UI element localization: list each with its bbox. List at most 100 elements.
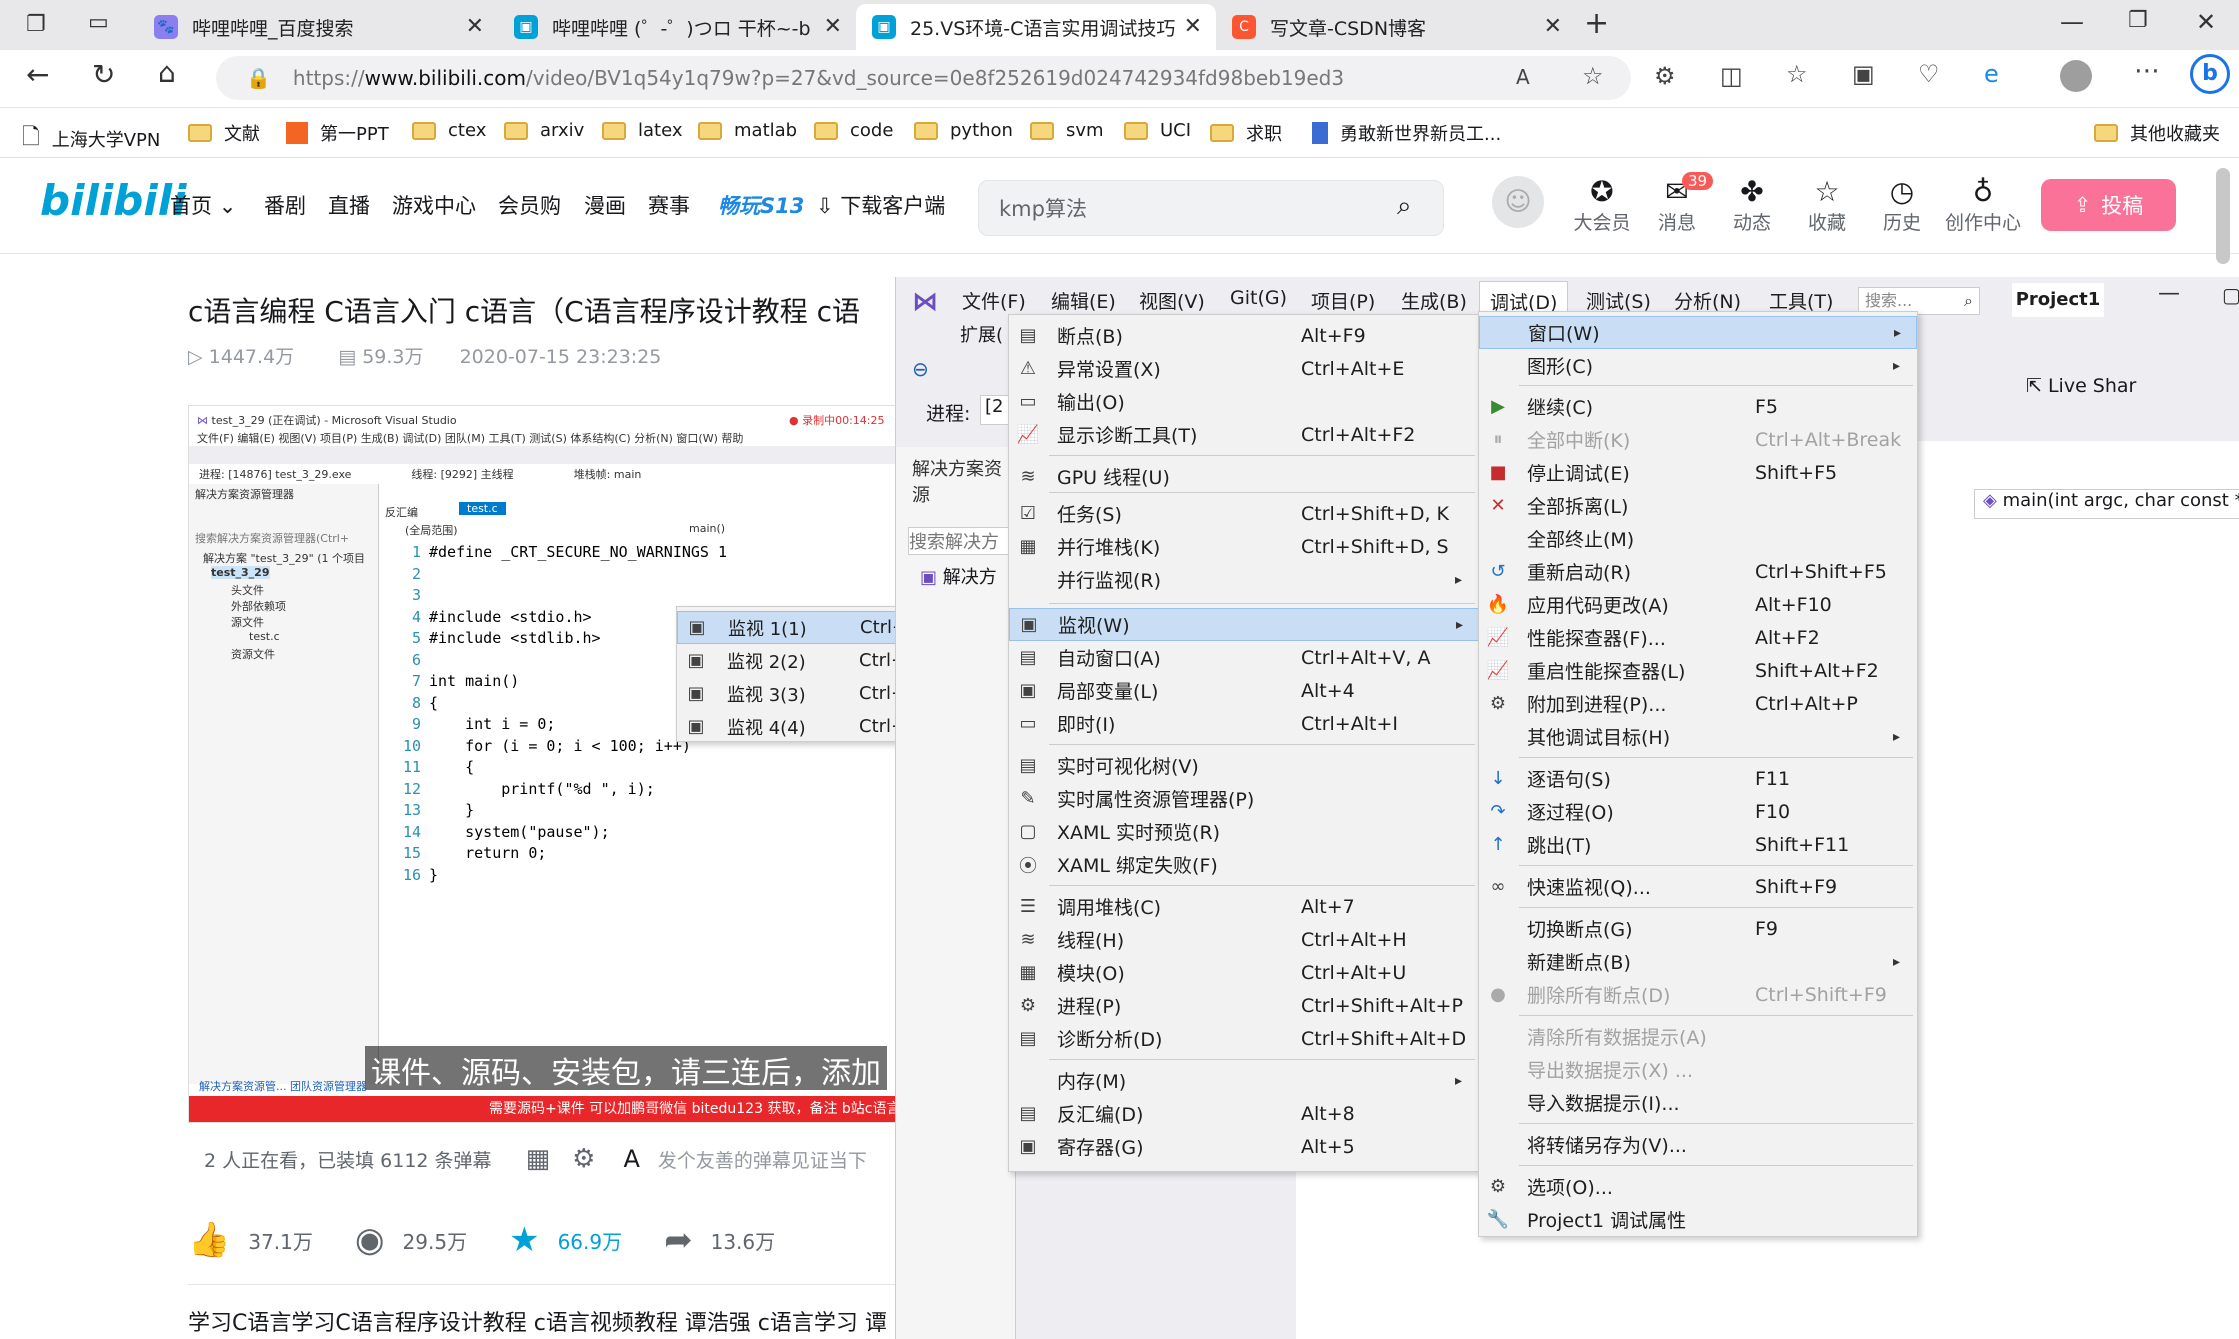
tab-csdn[interactable]: C 写文章-CSDN博客 ✕ [1216, 4, 1576, 50]
menu-item[interactable]: ☑ 任务(S) Ctrl+Shift+D, K [1009, 497, 1479, 530]
collections-icon[interactable]: ▣ [1852, 60, 1875, 88]
menu-item[interactable]: ↓ 逐语句(S) F11 [1479, 762, 1917, 795]
split-screen-icon[interactable]: ◫ [1720, 62, 1743, 90]
bookmark-vpn[interactable]: 🗋 上海大学VPN [22, 120, 160, 158]
extensions-icon[interactable]: ⚙ [1654, 62, 1676, 90]
menu-item[interactable]: 切换断点(G) F9 [1479, 912, 1917, 945]
bookmark-folder[interactable]: latex [602, 120, 683, 141]
edge-icon[interactable]: e [1984, 60, 1999, 88]
bookmark-folder[interactable]: matlab [698, 120, 797, 141]
menu-item[interactable]: ▦ 模块(O) Ctrl+Alt+U [1009, 956, 1479, 989]
function-select[interactable]: ◈ main(int argc, char const * arg [1974, 489, 2239, 519]
menu-item[interactable]: 图形(C) ▸ [1479, 349, 1917, 382]
restore-icon[interactable]: ❐ [2128, 8, 2148, 33]
new-tab-icon[interactable]: + [1584, 6, 1609, 41]
user-avatar[interactable]: ☺ [1492, 176, 1544, 228]
danmaku-settings-icon[interactable]: ⚙ [572, 1144, 595, 1174]
menu-item[interactable]: 📈 显示诊断工具(T) Ctrl+Alt+F2 [1009, 418, 1479, 451]
menu-item[interactable]: ✕ 全部拆离(L) [1479, 489, 1917, 522]
menu-item[interactable]: 🔥 应用代码更改(A) Alt+F10 [1479, 588, 1917, 621]
menu-item[interactable]: ▭ 输出(O) [1009, 385, 1479, 418]
history-button[interactable]: ◷ 历史 [1867, 176, 1937, 235]
menu-item[interactable]: ▦ 并行堆栈(K) Ctrl+Shift+D, S [1009, 530, 1479, 563]
tab-bilibili-home[interactable]: ▣ 哔哩哔哩 (゜-゜)つロ 干杯~-bilib ✕ [498, 4, 856, 50]
tab-baidu[interactable]: 🐾 哔哩哔哩_百度搜索 ✕ [138, 4, 498, 50]
bookmark-folder[interactable]: svm [1030, 120, 1104, 141]
close-icon[interactable]: ✕ [1184, 14, 1202, 39]
menu-item[interactable]: ● 删除所有断点(D) Ctrl+Shift+F9 [1479, 978, 1917, 1011]
menu-item[interactable]: ↺ 重新启动(R) Ctrl+Shift+F5 [1479, 555, 1917, 588]
menu-project[interactable]: 项目(P) [1311, 287, 1375, 314]
nav-live[interactable]: 直播 [328, 190, 370, 220]
vs-minimize-icon[interactable]: — [2158, 281, 2180, 306]
menu-item[interactable]: ▤ 诊断分析(D) Ctrl+Shift+Alt+D [1009, 1022, 1479, 1055]
creator-button[interactable]: ♁ 创作中心 [1942, 176, 2024, 235]
menu-tools[interactable]: 工具(T) [1769, 287, 1833, 314]
nav-match[interactable]: 赛事 [648, 190, 690, 220]
tab-video-active[interactable]: ▣ 25.VS环境-C语言实用调试技巧（ ✕ [856, 4, 1216, 50]
workspaces-icon[interactable]: ❐ [26, 12, 46, 37]
menu-item[interactable]: ∞ 快速监视(Q)... Shift+F9 [1479, 870, 1917, 903]
bookmark-folder[interactable]: UCI [1124, 120, 1191, 141]
menu-item[interactable]: ⏸ 全部中断(K) Ctrl+Alt+Break [1479, 423, 1917, 456]
more-icon[interactable]: ⋯ [2134, 56, 2160, 86]
menu-item[interactable]: ▣ 监视(W) ▸ [1009, 608, 1479, 641]
danmaku-style-icon[interactable]: A [623, 1145, 639, 1173]
bookmark-other-folder[interactable]: 其他收藏夹 [2094, 120, 2220, 146]
bookmark-newhire[interactable]: 勇敢新世界新员工... [1312, 120, 1501, 146]
messages-button[interactable]: ✉ 消息 39 [1642, 172, 1714, 235]
dynamics-button[interactable]: ✤ 动态 [1717, 176, 1787, 235]
share-icon[interactable]: ➦ [664, 1220, 693, 1260]
read-aloud-icon[interactable]: A [1516, 65, 1530, 89]
menu-item[interactable]: 📈 重启性能探查器(L) Shift+Alt+F2 [1479, 654, 1917, 687]
close-icon[interactable]: ✕ [1544, 14, 1562, 39]
menu-item[interactable]: 全部终止(M) [1479, 522, 1917, 555]
menu-item[interactable]: ▤ 实时可视化树(V) [1009, 749, 1479, 782]
menu-file[interactable]: 文件(F) [962, 287, 1026, 314]
menu-test[interactable]: 测试(S) [1586, 287, 1651, 314]
live-share-button[interactable]: ⇱ Live Shar [2026, 375, 2136, 397]
nav-s13[interactable]: 畅玩S13 [718, 190, 804, 220]
vs-extensions-label[interactable]: 扩展( [960, 321, 1003, 347]
close-icon[interactable]: ✕ [824, 14, 842, 39]
favorites-button[interactable]: ☆ 收藏 [1792, 176, 1862, 235]
menu-item[interactable]: ▢ XAML 实时预览(R) [1009, 815, 1479, 848]
menu-item[interactable]: 导入数据提示(I)... [1479, 1086, 1917, 1119]
vs-maximize-icon[interactable]: ▢ [2222, 283, 2239, 307]
nav-game[interactable]: 游戏中心 [392, 190, 476, 220]
solution-item[interactable]: ▣ 解决方 [920, 563, 997, 589]
video-player[interactable]: ⋈ test_3_29 (正在调试) - Microsoft Visual St… [188, 405, 898, 1123]
solution-search-input[interactable]: 搜索解决方 [908, 527, 1012, 555]
menu-item[interactable]: ⦿ XAML 绑定失败(F) [1009, 848, 1479, 881]
back-icon[interactable]: ← [26, 58, 49, 91]
menu-item[interactable]: ↷ 逐过程(O) F10 [1479, 795, 1917, 828]
menu-item[interactable]: ■ 停止调试(E) Shift+F5 [1479, 456, 1917, 489]
menu-item[interactable]: ▭ 即时(I) Ctrl+Alt+I [1009, 707, 1479, 740]
home-icon[interactable]: ⌂ [158, 56, 176, 89]
coin-icon[interactable]: ◉ [355, 1220, 385, 1260]
close-icon[interactable]: ✕ [466, 14, 484, 39]
bing-icon[interactable]: b [2190, 54, 2230, 94]
menu-item[interactable]: ⚙ 选项(O)... [1479, 1170, 1917, 1203]
bookmark-ppt[interactable]: 第一PPT [286, 120, 389, 146]
bookmark-folder[interactable]: arxiv [504, 120, 584, 141]
favorites-icon[interactable]: ☆ [1786, 60, 1808, 88]
menu-item[interactable]: 其他调试目标(H) ▸ [1479, 720, 1917, 753]
menu-item[interactable]: ▤ 断点(B) Alt+F9 [1009, 319, 1479, 352]
menu-analyze[interactable]: 分析(N) [1674, 287, 1741, 314]
close-window-icon[interactable]: ✕ [2196, 8, 2216, 36]
menu-item[interactable]: ▤ 自动窗口(A) Ctrl+Alt+V, A [1009, 641, 1479, 674]
menu-item[interactable]: 📈 性能探查器(F)... Alt+F2 [1479, 621, 1917, 654]
favorite-icon[interactable]: ★ [509, 1220, 539, 1260]
reload-icon[interactable]: ↻ [92, 58, 115, 91]
bookmark-folder[interactable]: ctex [412, 120, 486, 141]
search-icon[interactable]: ⌕ [1397, 191, 1412, 222]
bilibili-logo[interactable]: bilibili [40, 176, 187, 225]
menu-item[interactable]: 内存(M) ▸ [1009, 1064, 1479, 1097]
favorite-star-icon[interactable]: ☆ [1582, 62, 1604, 90]
bookmark-folder[interactable]: python [914, 120, 1013, 141]
menu-build[interactable]: 生成(B) [1401, 287, 1467, 314]
menu-item[interactable]: 新建断点(B) ▸ [1479, 945, 1917, 978]
vs-process-select[interactable]: [2 [980, 395, 1010, 425]
menu-item[interactable]: 导出数据提示(X) ... [1479, 1053, 1917, 1086]
